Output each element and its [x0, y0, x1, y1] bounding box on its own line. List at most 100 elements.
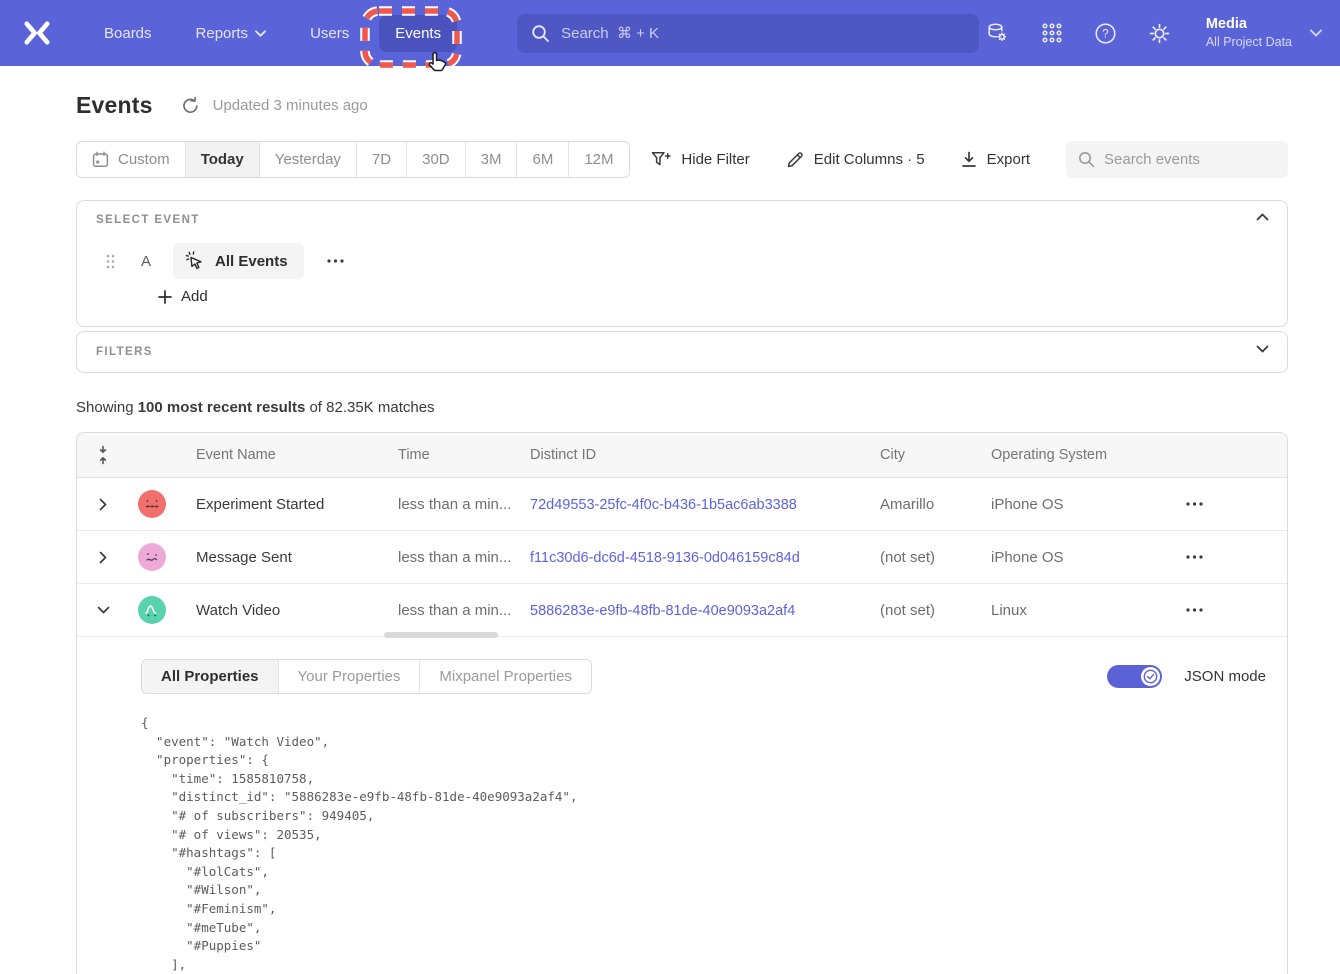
- global-search[interactable]: [517, 14, 979, 53]
- results-count: 100 most recent results: [138, 399, 306, 416]
- plus-icon: [158, 290, 172, 304]
- search-events-input[interactable]: [1104, 151, 1276, 168]
- date-range-30d[interactable]: 30D: [406, 142, 465, 177]
- event-more-icon[interactable]: [321, 253, 351, 269]
- refresh-icon[interactable]: [181, 96, 201, 116]
- row-more-icon[interactable]: [1156, 608, 1287, 612]
- nav-item-boards[interactable]: Boards: [88, 15, 168, 52]
- results-suffix: of 82.35K matches: [305, 399, 434, 416]
- edit-columns-button[interactable]: Edit Columns · 5: [786, 151, 925, 169]
- distinct-id-link[interactable]: 5886283e-e9fb-48fb-81de-40e9093a2af4: [530, 603, 795, 619]
- avatar-face: [143, 551, 161, 564]
- date-range-label: Custom: [118, 151, 170, 168]
- os-cell: iPhone OS: [979, 549, 1156, 566]
- row-more-icon[interactable]: [1156, 555, 1287, 559]
- os-cell: Linux: [979, 602, 1156, 619]
- tab-all-properties[interactable]: All Properties: [142, 660, 278, 693]
- hide-filter-label: Hide Filter: [681, 151, 749, 168]
- mixpanel-logo-icon[interactable]: [20, 18, 54, 48]
- settings-gear-icon[interactable]: [1148, 21, 1172, 45]
- date-range-today[interactable]: Today: [185, 142, 259, 177]
- table-row-expanded: Watch Video less than a min... 5886283e-…: [77, 584, 1287, 637]
- results-summary: Showing 100 most recent results of 82.35…: [76, 399, 1288, 416]
- hide-filter-button[interactable]: Hide Filter: [651, 151, 749, 168]
- date-range-custom[interactable]: Custom: [77, 142, 185, 177]
- horizontal-scrollbar-thumb[interactable]: [384, 632, 498, 638]
- event-avatar: [138, 490, 166, 518]
- event-name-cell: Watch Video: [184, 602, 386, 619]
- all-events-selector[interactable]: All Events: [173, 243, 304, 279]
- time-cell: less than a min...: [386, 602, 518, 619]
- edit-columns-label: Edit Columns · 5: [814, 151, 925, 168]
- event-row-letter: A: [141, 253, 151, 270]
- hand-cursor-icon: [427, 51, 449, 75]
- expand-row-icon[interactable]: [77, 498, 129, 511]
- distinct-id-link[interactable]: f11c30d6-dc6d-4518-9136-0d046159c84d: [530, 550, 800, 566]
- date-range-12m[interactable]: 12M: [568, 142, 628, 177]
- page-title: Events: [76, 92, 153, 119]
- avatar-face: [143, 603, 161, 618]
- filters-panel: FILTERS: [76, 331, 1288, 373]
- selected-event-name: All Events: [215, 253, 288, 270]
- col-header-distinct-id: Distinct ID: [518, 447, 868, 463]
- chevron-down-icon[interactable]: [1256, 345, 1269, 353]
- select-event-panel: SELECT EVENT A All Events: [76, 200, 1288, 327]
- table-row: Message Sent less than a min... f11c30d6…: [77, 531, 1287, 584]
- chevron-up-icon[interactable]: [1256, 213, 1269, 221]
- expand-row-icon[interactable]: [77, 551, 129, 564]
- city-cell: Amarillo: [868, 496, 979, 513]
- global-search-input[interactable]: [561, 25, 965, 42]
- date-range-7d[interactable]: 7D: [356, 142, 406, 177]
- nav-item-users[interactable]: Users: [294, 15, 365, 52]
- json-mode-toggle[interactable]: [1107, 665, 1162, 688]
- date-range-6m[interactable]: 6M: [516, 142, 568, 177]
- pencil-icon: [786, 151, 804, 169]
- help-icon[interactable]: ?: [1094, 21, 1118, 45]
- collapse-row-icon[interactable]: [77, 606, 129, 614]
- nav-item-reports[interactable]: Reports: [180, 15, 283, 52]
- date-range-control: Custom Today Yesterday 7D 30D 3M 6M 12M: [76, 141, 630, 178]
- chevron-down-icon: [1310, 29, 1322, 37]
- download-icon: [961, 151, 977, 168]
- event-name-cell: Message Sent: [184, 549, 386, 566]
- calendar-icon: [92, 151, 109, 168]
- project-selector[interactable]: Media All Project Data: [1206, 15, 1322, 51]
- date-range-yesterday[interactable]: Yesterday: [259, 142, 356, 177]
- tab-your-properties[interactable]: Your Properties: [278, 660, 420, 693]
- apps-grid-icon[interactable]: [1040, 21, 1064, 45]
- event-avatar: [138, 596, 166, 624]
- time-cell: less than a min...: [386, 496, 518, 513]
- nav-item-label: Reports: [196, 25, 249, 42]
- row-more-icon[interactable]: [1156, 502, 1287, 506]
- event-selector-row: A All Events: [96, 243, 1268, 279]
- date-range-3m[interactable]: 3M: [465, 142, 517, 177]
- drag-handle-icon[interactable]: [106, 254, 115, 269]
- nav-item-events[interactable]: Events: [379, 15, 457, 52]
- nav-item-label: Users: [310, 25, 349, 42]
- search-icon: [1078, 151, 1095, 168]
- data-management-icon[interactable]: [986, 21, 1010, 45]
- os-cell: iPhone OS: [979, 496, 1156, 513]
- filters-label: FILTERS: [96, 346, 153, 358]
- distinct-id-link[interactable]: 72d49553-25fc-4f0c-b436-1b5ac6ab3388: [530, 497, 797, 513]
- city-cell: (not set): [868, 602, 979, 619]
- project-subtitle: All Project Data: [1206, 34, 1292, 51]
- navbar-right: ? Media All Project Data: [986, 15, 1322, 51]
- collapse-all-rows-icon[interactable]: [77, 444, 129, 466]
- funnel-plus-icon: [651, 151, 671, 168]
- table-row: Experiment Started less than a min... 72…: [77, 478, 1287, 531]
- chevron-down-icon: [255, 30, 266, 37]
- add-event-button[interactable]: Add: [158, 288, 208, 305]
- tab-mixpanel-properties[interactable]: Mixpanel Properties: [419, 660, 591, 693]
- col-header-city: City: [868, 447, 979, 463]
- event-cursor-sparkle-icon: [185, 251, 205, 271]
- primary-nav: Boards Reports Users Events: [88, 15, 457, 52]
- export-label: Export: [987, 151, 1030, 168]
- top-navbar: Boards Reports Users Events: [0, 0, 1340, 66]
- search-events-box[interactable]: [1066, 141, 1288, 178]
- select-event-label: SELECT EVENT: [96, 214, 1268, 226]
- nav-item-label: Events: [395, 25, 441, 42]
- export-button[interactable]: Export: [961, 151, 1030, 168]
- table-header-row: Event Name Time Distinct ID City Operati…: [77, 433, 1287, 478]
- events-table: Event Name Time Distinct ID City Operati…: [76, 432, 1288, 974]
